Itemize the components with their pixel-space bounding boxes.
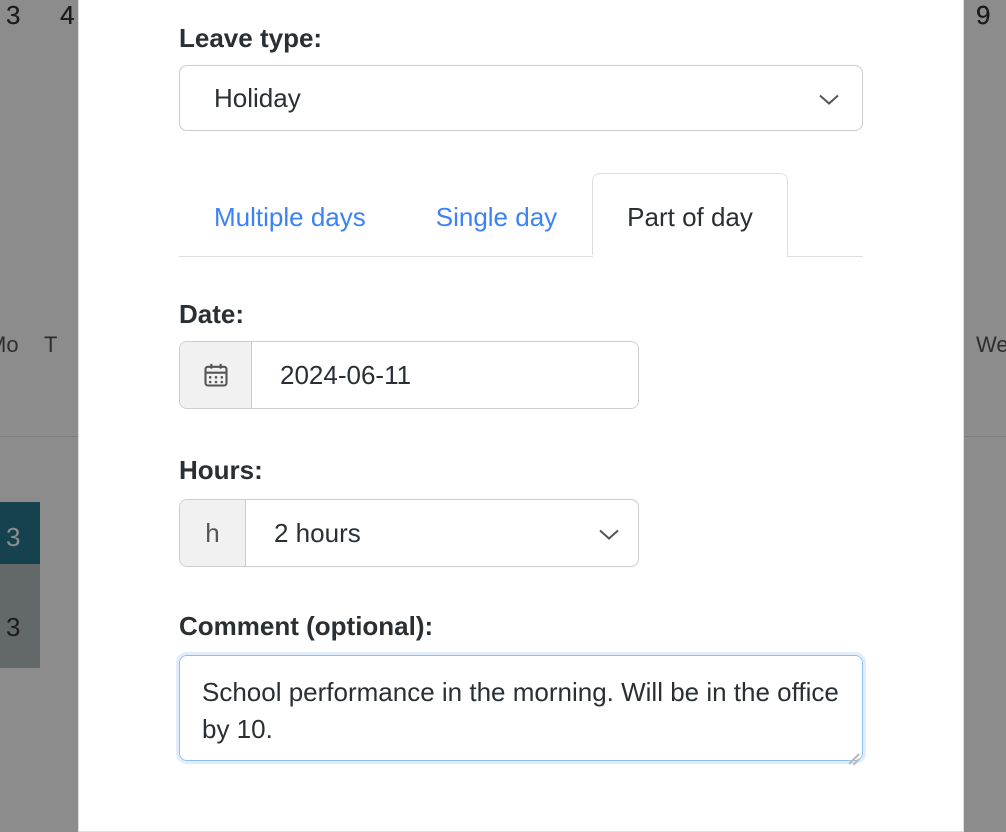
- date-input[interactable]: [252, 342, 638, 408]
- duration-tabs: Multiple days Single day Part of day: [179, 173, 863, 257]
- hours-select[interactable]: 2 hours: [246, 500, 638, 566]
- leave-request-modal: Leave type: Holiday Multiple days Single…: [78, 0, 964, 832]
- comment-textarea[interactable]: [179, 655, 863, 761]
- hours-label: Hours:: [179, 455, 263, 486]
- tab-multiple-days[interactable]: Multiple days: [179, 173, 401, 255]
- date-label: Date:: [179, 299, 244, 330]
- date-input-group: [179, 341, 639, 409]
- calendar-icon[interactable]: [180, 342, 252, 408]
- comment-label: Comment (optional):: [179, 611, 433, 642]
- chevron-down-icon: [598, 518, 620, 549]
- hours-prefix: h: [180, 500, 246, 566]
- hours-input-group: h 2 hours: [179, 499, 639, 567]
- tab-part-of-day[interactable]: Part of day: [592, 173, 788, 255]
- hours-value: 2 hours: [274, 518, 361, 549]
- leave-type-label: Leave type:: [179, 23, 322, 54]
- leave-type-value: Holiday: [214, 83, 301, 114]
- chevron-down-icon: [818, 83, 840, 114]
- tab-single-day[interactable]: Single day: [401, 173, 592, 255]
- leave-type-select[interactable]: Holiday: [179, 65, 863, 131]
